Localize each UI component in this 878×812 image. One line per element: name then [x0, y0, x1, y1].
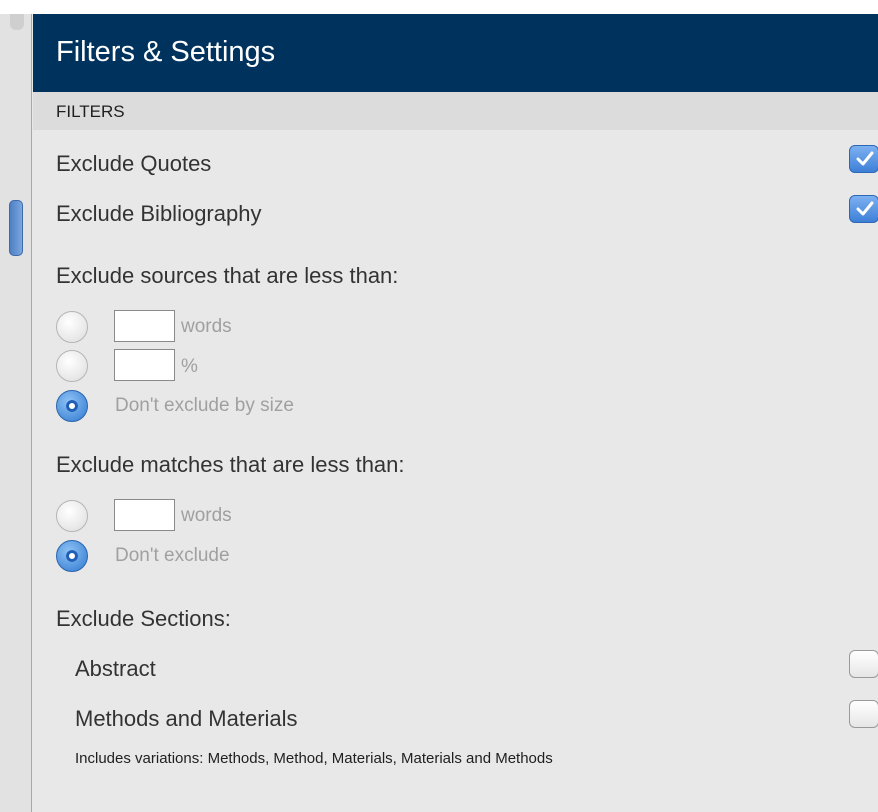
sources-percent-radio[interactable]: [56, 350, 88, 382]
exclude-matches-heading: Exclude matches that are less than:: [56, 452, 405, 477]
sources-percent-input[interactable]: [114, 349, 175, 381]
section-variations-note: Includes variations: Methods, Method, Ma…: [75, 750, 553, 767]
matches-words-radio[interactable]: [56, 500, 88, 532]
matches-dont-exclude-label: Don't exclude: [115, 545, 230, 566]
section-item-methods-label: Methods and Materials: [75, 706, 298, 731]
exclude-bibliography-label: Exclude Bibliography: [56, 201, 262, 226]
filters-section-label: FILTERS: [56, 102, 125, 121]
panel-title: Filters & Settings: [56, 36, 276, 68]
matches-words-unit: words: [181, 505, 232, 526]
matches-words-input[interactable]: [114, 499, 175, 531]
gutter-tab: [10, 14, 24, 30]
filters-section-bar: FILTERS: [33, 92, 878, 130]
sources-dont-exclude-radio[interactable]: [56, 390, 88, 422]
top-strip: [0, 0, 878, 14]
sources-words-radio[interactable]: [56, 311, 88, 343]
exclude-sections-heading: Exclude Sections:: [56, 606, 231, 631]
sources-words-input[interactable]: [114, 310, 175, 342]
sources-dont-exclude-label: Don't exclude by size: [115, 395, 294, 416]
exclude-bibliography-checkbox[interactable]: [849, 195, 878, 223]
sources-percent-unit: %: [181, 356, 198, 377]
matches-dont-exclude-radio[interactable]: [56, 540, 88, 572]
section-item-methods-checkbox[interactable]: [849, 700, 878, 728]
section-item-abstract-label: Abstract: [75, 656, 156, 681]
left-gutter: [0, 14, 32, 812]
checkmark-icon: [856, 201, 874, 216]
panel-header: Filters & Settings: [33, 14, 878, 92]
panel-resize-handle[interactable]: [9, 200, 23, 256]
section-item-abstract-checkbox[interactable]: [849, 650, 878, 678]
exclude-quotes-checkbox[interactable]: [849, 145, 878, 173]
checkmark-icon: [856, 151, 874, 166]
exclude-quotes-label: Exclude Quotes: [56, 151, 212, 176]
sources-words-unit: words: [181, 316, 232, 337]
exclude-sources-heading: Exclude sources that are less than:: [56, 263, 399, 288]
